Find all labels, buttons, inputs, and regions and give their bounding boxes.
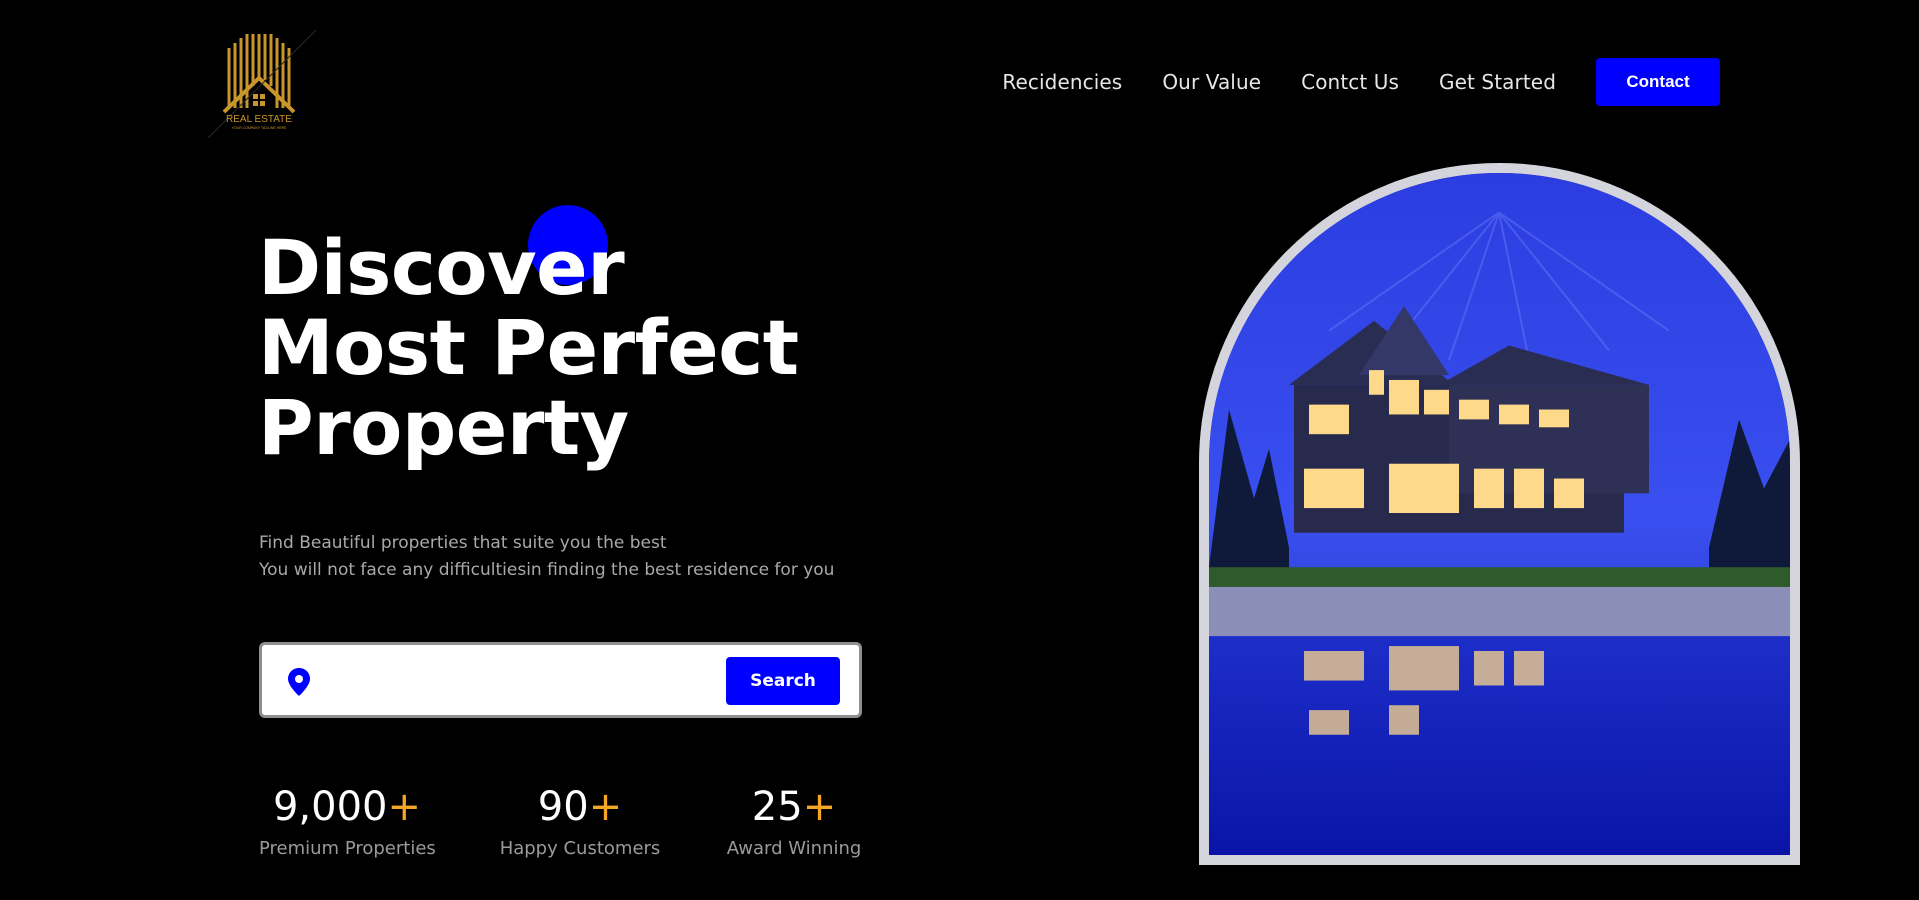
stat-premium-properties: 9,000+ Premium Properties (259, 782, 436, 862)
main-nav: Recidencies Our Value Contct Us Get Star… (1002, 58, 1720, 106)
stat-label: Premium Properties (259, 838, 436, 859)
house-pool-image (1209, 173, 1790, 855)
hero-title: Discover Most Perfect Property (258, 228, 799, 468)
hero-title-line-3: Property (258, 383, 629, 472)
search-bar: Search (259, 642, 862, 718)
nav-link-our-value[interactable]: Our Value (1162, 70, 1261, 94)
contact-button[interactable]: Contact (1596, 58, 1720, 106)
stat-happy-customers: 90+ Happy Customers (499, 782, 661, 862)
plus-sign: + (588, 784, 623, 830)
search-button[interactable]: Search (726, 657, 840, 705)
landing-page: REAL ESTATE YOUR COMPANY TAGLINE HERE Re… (0, 0, 1919, 900)
hero-title-line-1: Discover (258, 223, 625, 312)
logo-tagline: YOUR COMPANY TAGLINE HERE (232, 126, 287, 130)
nav-link-get-started[interactable]: Get Started (1439, 70, 1556, 94)
nav-link-recidencies[interactable]: Recidencies (1002, 70, 1122, 94)
stat-label: Award Winning (726, 838, 862, 859)
location-pin-icon (288, 668, 310, 696)
hero-subtitle: Find Beautiful properties that suite you… (259, 530, 834, 584)
hero-subtitle-line-2: You will not face any difficultiesin fin… (259, 560, 835, 580)
stat-value: 90+ (537, 784, 623, 830)
brand-logo[interactable]: REAL ESTATE YOUR COMPANY TAGLINE HERE (206, 28, 320, 138)
hero-title-line-2: Most Perfect (258, 303, 799, 392)
hero-image-frame (1199, 163, 1800, 865)
nav-link-contact-us[interactable]: Contct Us (1301, 70, 1399, 94)
search-input[interactable] (328, 659, 708, 703)
building-logo-icon: REAL ESTATE YOUR COMPANY TAGLINE HERE (207, 29, 317, 138)
stat-value: 9,000+ (272, 784, 422, 830)
stat-value: 25+ (751, 784, 837, 830)
stats-row: 9,000+ Premium Properties 90+ Happy Cust… (259, 782, 869, 862)
plus-sign: + (387, 784, 422, 830)
plus-sign: + (802, 784, 837, 830)
logo-brand-text: REAL ESTATE (226, 114, 292, 125)
hero-subtitle-line-1: Find Beautiful properties that suite you… (259, 533, 667, 553)
stat-award-winning: 25+ Award Winning (725, 782, 863, 862)
stat-label: Happy Customers (499, 838, 661, 859)
